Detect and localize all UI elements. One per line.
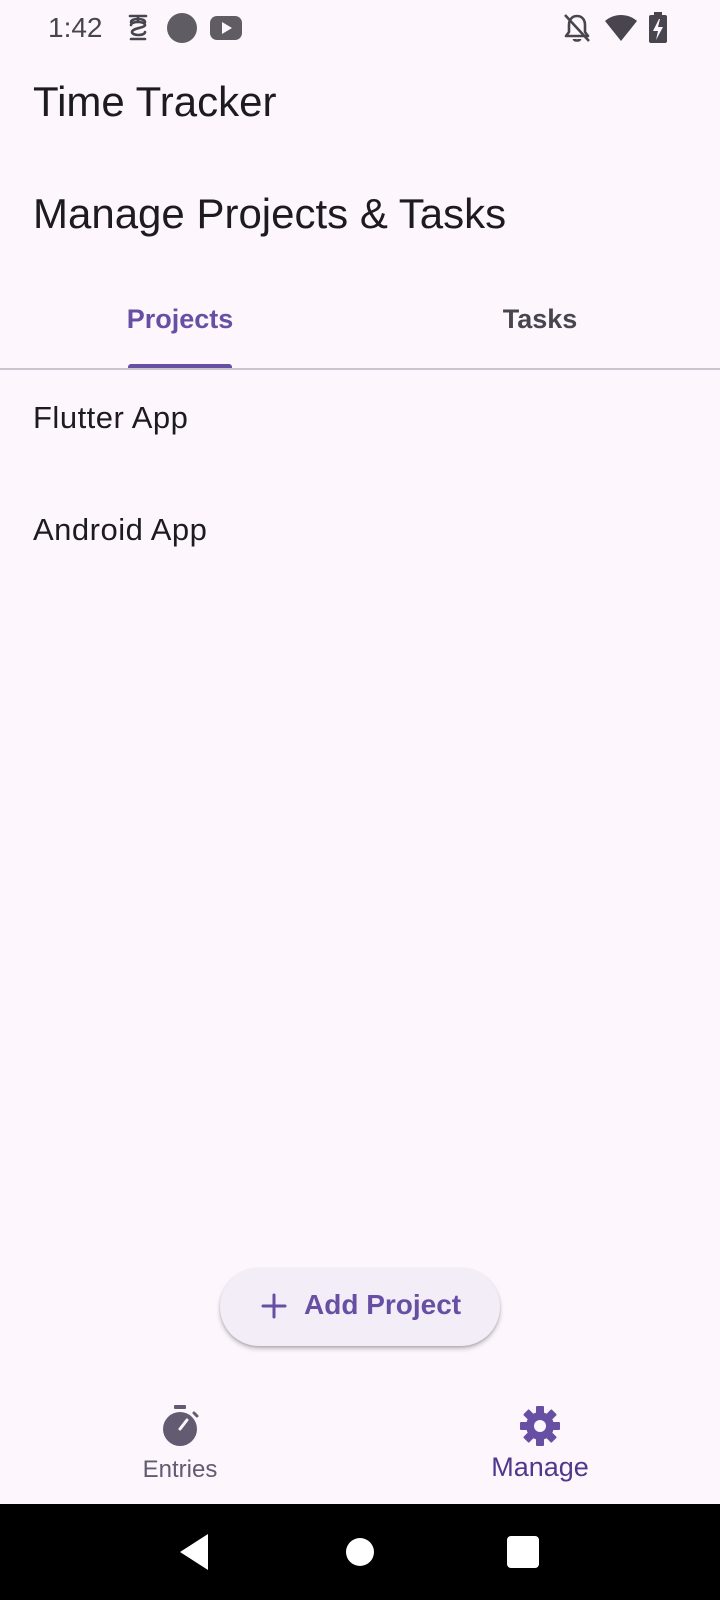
project-name: Flutter App bbox=[33, 400, 189, 435]
tab-tasks[interactable]: Tasks bbox=[360, 280, 720, 370]
status-time: 1:42 bbox=[48, 12, 103, 43]
circle-icon bbox=[167, 13, 197, 43]
system-navigation-bar bbox=[0, 1504, 720, 1600]
app-title: Time Tracker bbox=[33, 78, 277, 125]
nav-label-entries: Entries bbox=[142, 1456, 218, 1483]
screen: 1:42 Time Tracker Manage Projects & Task… bbox=[0, 0, 720, 1600]
nav-item-entries[interactable]: Entries bbox=[0, 1386, 360, 1504]
add-project-label: Add Project bbox=[304, 1289, 462, 1320]
youtube-icon bbox=[210, 16, 242, 40]
home-icon[interactable] bbox=[340, 1532, 380, 1572]
project-item-android-app[interactable]: Android App bbox=[0, 482, 720, 594]
gear-icon bbox=[520, 1406, 560, 1446]
nav-item-manage[interactable]: Manage bbox=[360, 1386, 720, 1504]
vpn-key-icon bbox=[128, 14, 148, 41]
tab-tasks-label: Tasks bbox=[502, 304, 578, 334]
back-icon[interactable] bbox=[176, 1532, 216, 1572]
project-name: Android App bbox=[33, 512, 208, 547]
bottom-navigation: Entries Manage bbox=[0, 1386, 720, 1504]
wifi-icon bbox=[605, 15, 637, 41]
battery-charging-icon bbox=[649, 12, 667, 43]
recents-icon[interactable] bbox=[503, 1532, 543, 1572]
tab-bar: Projects Tasks bbox=[0, 280, 720, 370]
timer-icon bbox=[163, 1405, 199, 1446]
tab-projects-label: Projects bbox=[126, 304, 234, 334]
tab-projects[interactable]: Projects bbox=[0, 280, 360, 370]
project-item-flutter-app[interactable]: Flutter App bbox=[0, 370, 720, 482]
plus-icon bbox=[261, 1293, 287, 1319]
page-title: Manage Projects & Tasks bbox=[33, 190, 507, 237]
add-project-button[interactable]: Add Project bbox=[220, 1268, 500, 1346]
status-bar: 1:42 bbox=[0, 0, 720, 56]
notifications-off-icon bbox=[564, 14, 590, 42]
nav-label-manage: Manage bbox=[491, 1452, 589, 1482]
